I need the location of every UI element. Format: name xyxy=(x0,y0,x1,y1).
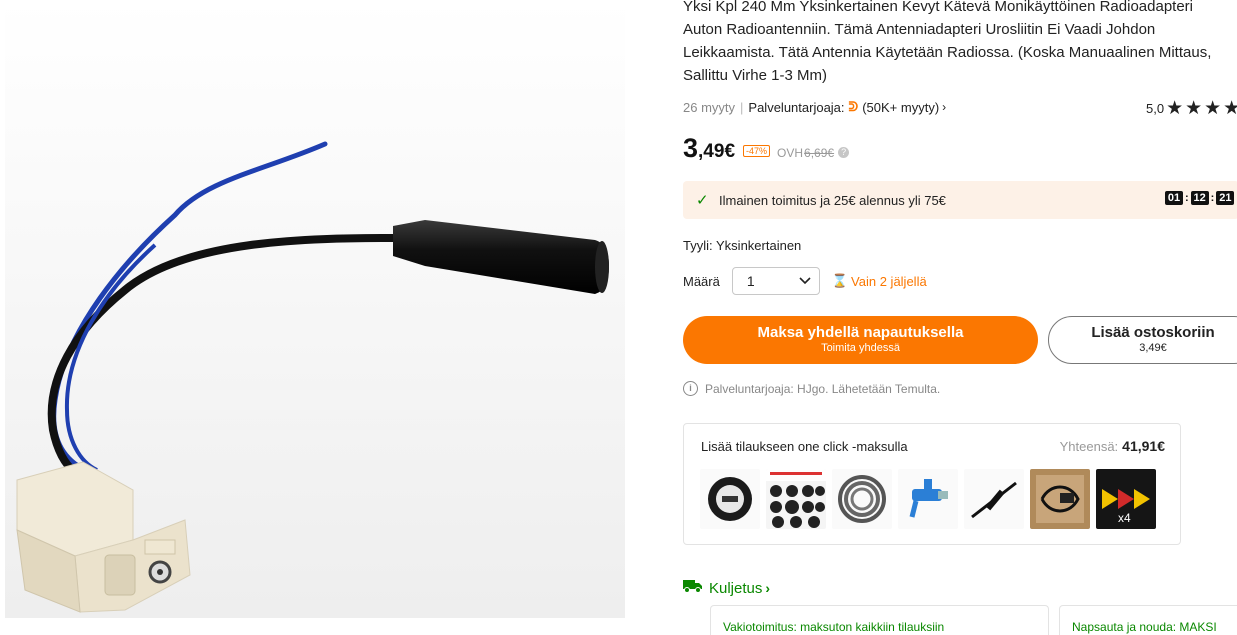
sold-count: 26 myyty xyxy=(683,99,736,115)
timer-seconds: 21 xyxy=(1216,191,1235,205)
buy-button-label: Maksa yhdellä napautuksella xyxy=(757,324,964,341)
chevron-down-icon xyxy=(799,277,811,285)
meta-divider: | xyxy=(740,99,744,115)
info-icon: i xyxy=(683,381,698,396)
style-label: Tyyli: xyxy=(683,238,713,253)
bundle-item-thumbnail[interactable] xyxy=(964,469,1024,529)
seller-info-text: Palveluntarjoaja: HJgo. Lähetetään Temul… xyxy=(705,381,941,396)
bundle-item-thumbnail[interactable] xyxy=(832,469,892,529)
free-shipping-banner: ✓ Ilmainen toimitus ja 25€ alennus yli 7… xyxy=(683,181,1237,219)
bundle-item-thumbnail[interactable] xyxy=(1030,469,1090,529)
seller-info: i Palveluntarjoaja: HJgo. Lähetetään Tem… xyxy=(683,381,940,396)
style-selector[interactable]: Tyyli: Yksinkertainen xyxy=(683,238,801,253)
low-stock-notice: ⌛ Vain 2 jäljellä xyxy=(832,273,927,289)
check-icon: ✓ xyxy=(696,192,709,209)
extra-items-count: x4 xyxy=(1118,511,1131,525)
bundle-item-thumbnail[interactable] xyxy=(700,469,760,529)
quantity-label: Määrä xyxy=(683,273,720,289)
timer-minutes: 12 xyxy=(1190,191,1209,205)
quantity-row: Määrä 1 ⌛ Vain 2 jäljellä xyxy=(683,266,927,296)
hot-seller-icon: ᕲ xyxy=(848,99,859,114)
hourglass-icon: ⌛ xyxy=(831,273,849,288)
transport-section-link[interactable]: Kuljetus › xyxy=(683,579,770,597)
shipping-option-standard[interactable]: Vakiotoimitus: maksuton kaikkiin tilauks… xyxy=(710,605,1049,635)
provider-label: Palveluntarjoaja: xyxy=(748,99,845,115)
style-value: Yksinkertainen xyxy=(716,238,802,253)
shipping-option-text: Napsauta ja nouda: MAKSI xyxy=(1072,620,1217,634)
rating-value: 5,0 xyxy=(1146,101,1165,116)
bundle-total-value: 41,91€ xyxy=(1122,438,1165,454)
product-title: Yksi Kpl 240 Mm Yksinkertainen Kevyt Kät… xyxy=(683,0,1212,84)
cart-button-label: Lisää ostoskoriin xyxy=(1091,324,1215,341)
truck-icon xyxy=(683,579,703,597)
quantity-value: 1 xyxy=(746,273,755,289)
original-price-label: OVH xyxy=(777,146,804,160)
timer-hours: 01 xyxy=(1165,191,1183,205)
question-icon[interactable]: ? xyxy=(838,147,850,158)
bundle-item-thumbnail[interactable] xyxy=(898,469,958,529)
cart-button-price: 3,49€ xyxy=(1139,342,1167,354)
bundle-thumbnails: x4 xyxy=(700,469,1156,529)
bundle-item-thumbnail[interactable]: x4 xyxy=(1096,469,1156,529)
bundle-item-thumbnail[interactable] xyxy=(766,469,826,529)
transport-title: Kuljetus xyxy=(709,579,763,597)
low-stock-text: Vain 2 jäljellä xyxy=(851,273,927,289)
add-to-cart-button[interactable]: Lisää ostoskoriin 3,49€ xyxy=(1048,316,1237,364)
chevron-right-icon[interactable]: › xyxy=(942,100,946,114)
bundle-total-label: Yhteensä: xyxy=(1059,439,1119,454)
price-main: 3 xyxy=(683,133,699,163)
price-row: 3 ,49€ -47% OVH 6,69€ ? xyxy=(683,133,850,165)
product-image[interactable] xyxy=(5,0,625,618)
shipping-option-pickup[interactable]: Napsauta ja nouda: MAKSI xyxy=(1059,605,1237,635)
discount-badge: -47% xyxy=(743,145,771,157)
product-meta: 26 myyty | Palveluntarjoaja: ᕲ (50K+ myy… xyxy=(683,97,1237,120)
price-fraction: ,49€ xyxy=(698,141,736,162)
original-price: 6,69€ xyxy=(804,146,835,160)
provider-sales[interactable]: (50K+ myyty) xyxy=(862,100,939,115)
bundle-total: Yhteensä: 41,91€ xyxy=(1060,438,1165,454)
countdown-timer: 01 : 12 : 21 xyxy=(1165,191,1235,205)
one-click-bundle: Lisää tilaukseen one click -maksulla Yht… xyxy=(683,423,1181,545)
star-rating-icon: ★★★★★ xyxy=(1166,98,1237,119)
shipping-option-text: Vakiotoimitus: maksuton kaikkiin tilauks… xyxy=(723,620,945,634)
chevron-right-icon: › xyxy=(765,580,771,596)
buy-button-sublabel: Toimita yhdessä xyxy=(821,342,900,354)
quantity-select[interactable]: 1 xyxy=(731,267,820,295)
free-shipping-text: Ilmainen toimitus ja 25€ alennus yli 75€ xyxy=(719,193,946,208)
one-click-buy-button[interactable]: Maksa yhdellä napautuksella Toimita yhde… xyxy=(683,316,1038,364)
bundle-title: Lisää tilaukseen one click -maksulla xyxy=(701,439,908,454)
rating[interactable]: 5,0 ★★★★★ xyxy=(1146,97,1237,120)
